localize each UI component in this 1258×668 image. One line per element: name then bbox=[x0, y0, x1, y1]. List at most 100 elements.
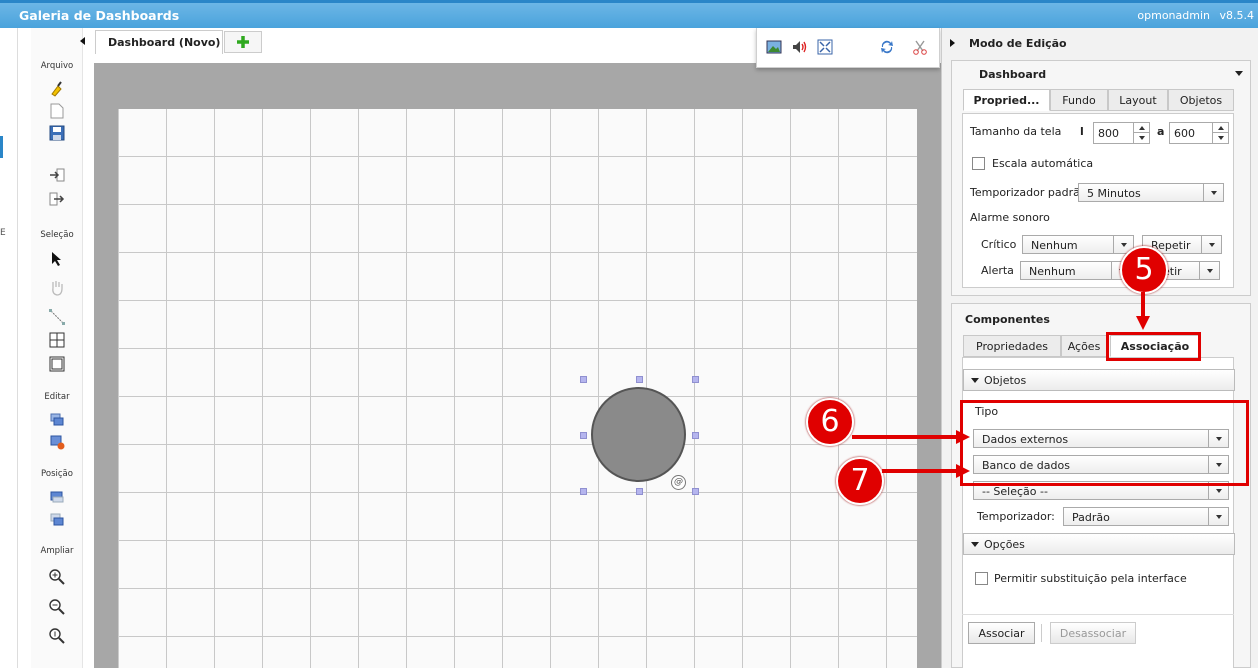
association-marker: @ bbox=[671, 475, 686, 490]
resize-handle[interactable] bbox=[636, 376, 643, 383]
image-icon[interactable] bbox=[766, 39, 782, 55]
nav-glyph: E bbox=[0, 228, 6, 238]
annotation-arrow-7-head bbox=[956, 464, 970, 478]
screen-width-value: 800 bbox=[1098, 127, 1119, 140]
annotation-badge-6: 6 bbox=[806, 398, 854, 446]
objetos-section-label: Objetos bbox=[984, 374, 1027, 387]
allow-override-checkbox[interactable] bbox=[975, 572, 988, 585]
delete-object-icon[interactable] bbox=[47, 432, 67, 452]
resize-handle[interactable] bbox=[692, 432, 699, 439]
plus-icon bbox=[237, 36, 249, 48]
frame-tool-icon[interactable] bbox=[47, 354, 67, 374]
save-icon[interactable] bbox=[47, 123, 67, 143]
objetos-section-toggle[interactable]: Objetos bbox=[963, 369, 1235, 391]
add-tab-button[interactable] bbox=[224, 31, 262, 53]
dashboard-section-title: Dashboard bbox=[979, 68, 1047, 81]
divider bbox=[962, 614, 1234, 615]
tab-layout[interactable]: Layout bbox=[1108, 89, 1168, 111]
line-tool-icon[interactable] bbox=[47, 307, 67, 327]
bring-front-icon[interactable] bbox=[47, 486, 67, 506]
app-title-bar: Galeria de Dashboards opmonadmin v8.5.4 bbox=[0, 0, 1258, 28]
resize-handle[interactable] bbox=[636, 488, 643, 495]
sound-icon[interactable] bbox=[791, 39, 807, 55]
default-timer-select[interactable]: 5 Minutos bbox=[1078, 183, 1224, 202]
dashboard-collapse-icon[interactable] bbox=[1235, 71, 1243, 76]
resize-handle[interactable] bbox=[580, 376, 587, 383]
annotation-badge-5: 5 bbox=[1120, 246, 1168, 294]
hand-pan-icon[interactable] bbox=[47, 278, 67, 298]
selection-value: -- Seleção -- bbox=[982, 485, 1048, 498]
pointer-arrow-icon[interactable] bbox=[47, 249, 67, 269]
broom-clean-icon[interactable] bbox=[47, 79, 67, 99]
tab-objetos[interactable]: Objetos bbox=[1168, 89, 1234, 111]
toolbox-section-arquivo: Arquivo bbox=[40, 61, 74, 71]
alert-sound-select[interactable]: Nenhum bbox=[1020, 261, 1132, 280]
refresh-icon[interactable] bbox=[879, 39, 895, 55]
toolbox-section-posicao: Posição bbox=[41, 469, 73, 479]
zoom-reset-icon[interactable] bbox=[47, 626, 67, 646]
collapse-panel-icon[interactable] bbox=[950, 39, 955, 47]
send-back-icon[interactable] bbox=[47, 509, 67, 529]
annotation-highlight-associacao bbox=[1106, 332, 1201, 361]
allow-override-label: Permitir substituição pela interface bbox=[994, 572, 1187, 585]
resize-handle[interactable] bbox=[580, 432, 587, 439]
critical-sound-value: Nenhum bbox=[1031, 239, 1078, 252]
opcoes-section-toggle[interactable]: Opções bbox=[963, 533, 1235, 555]
annotation-arrow-5-line bbox=[1141, 292, 1145, 318]
canvas-toolbar bbox=[756, 28, 940, 68]
sound-alarm-label: Alarme sonoro bbox=[970, 211, 1050, 224]
alert-label: Alerta bbox=[981, 264, 1014, 277]
fullscreen-icon[interactable] bbox=[817, 39, 833, 55]
component-timer-label: Temporizador: bbox=[977, 510, 1055, 523]
resize-handle[interactable] bbox=[692, 376, 699, 383]
edit-mode-panel: Modo de Edição Dashboard Propried... Fun… bbox=[941, 28, 1258, 668]
default-timer-value: 5 Minutos bbox=[1087, 187, 1141, 200]
collapse-toolbox-icon[interactable] bbox=[80, 37, 85, 45]
tab-propriedades[interactable]: Propried... bbox=[963, 89, 1050, 111]
duplicate-icon[interactable] bbox=[47, 410, 67, 430]
new-file-icon[interactable] bbox=[47, 101, 67, 121]
panel-title: Modo de Edição bbox=[969, 37, 1067, 50]
disassociate-button[interactable]: Desassociar bbox=[1050, 622, 1136, 644]
annotation-arrow-7-line bbox=[882, 469, 958, 473]
annotation-arrow-6-head bbox=[956, 430, 970, 444]
annotation-badge-7: 7 bbox=[836, 457, 884, 505]
alert-sound-value: Nenhum bbox=[1029, 265, 1076, 278]
toolbox-section-selecao: Seleção bbox=[40, 230, 74, 240]
cut-icon[interactable] bbox=[912, 39, 928, 55]
resize-handle[interactable] bbox=[692, 488, 699, 495]
component-timer-select[interactable]: Padrão bbox=[1063, 507, 1229, 526]
import-icon[interactable] bbox=[47, 165, 67, 185]
grid-tool-icon[interactable] bbox=[47, 330, 67, 350]
toolbox-section-editar: Editar bbox=[44, 392, 70, 402]
tab-dashboard-novo[interactable]: Dashboard (Novo) bbox=[95, 30, 223, 54]
component-timer-value: Padrão bbox=[1072, 511, 1110, 524]
screen-size-label: Tamanho da tela bbox=[970, 125, 1062, 138]
screen-height-value: 600 bbox=[1174, 127, 1195, 140]
version-label: v8.5.4 bbox=[1219, 9, 1255, 22]
tab-fundo[interactable]: Fundo bbox=[1050, 89, 1108, 111]
opcoes-section-label: Opções bbox=[984, 538, 1025, 551]
left-nav-strip: E bbox=[0, 28, 18, 668]
auto-scale-label: Escala automática bbox=[992, 157, 1094, 170]
dashboard-grid[interactable] bbox=[118, 109, 917, 668]
zoom-in-icon[interactable] bbox=[47, 567, 67, 587]
button-separator bbox=[1041, 624, 1042, 642]
export-icon[interactable] bbox=[47, 189, 67, 209]
annotation-arrow-6-line bbox=[852, 435, 958, 439]
screen-width-stepper[interactable]: 800 bbox=[1093, 122, 1150, 144]
critical-sound-select[interactable]: Nenhum bbox=[1022, 235, 1134, 254]
resize-handle[interactable] bbox=[580, 488, 587, 495]
nav-active-marker bbox=[0, 136, 3, 158]
circle-object[interactable] bbox=[591, 387, 686, 482]
associate-button[interactable]: Associar bbox=[968, 622, 1035, 644]
tab-component-acoes[interactable]: Ações bbox=[1061, 335, 1107, 357]
tab-component-propriedades[interactable]: Propriedades bbox=[963, 335, 1061, 357]
screen-height-stepper[interactable]: 600 bbox=[1169, 122, 1229, 144]
user-name[interactable]: opmonadmin bbox=[1137, 9, 1210, 22]
annotation-arrow-5-head bbox=[1136, 316, 1150, 330]
auto-scale-checkbox[interactable] bbox=[972, 157, 985, 170]
dashboard-section: Dashboard Propried... Fundo Layout Objet… bbox=[951, 60, 1251, 296]
critical-label: Crítico bbox=[981, 238, 1017, 251]
zoom-out-icon[interactable] bbox=[47, 597, 67, 617]
